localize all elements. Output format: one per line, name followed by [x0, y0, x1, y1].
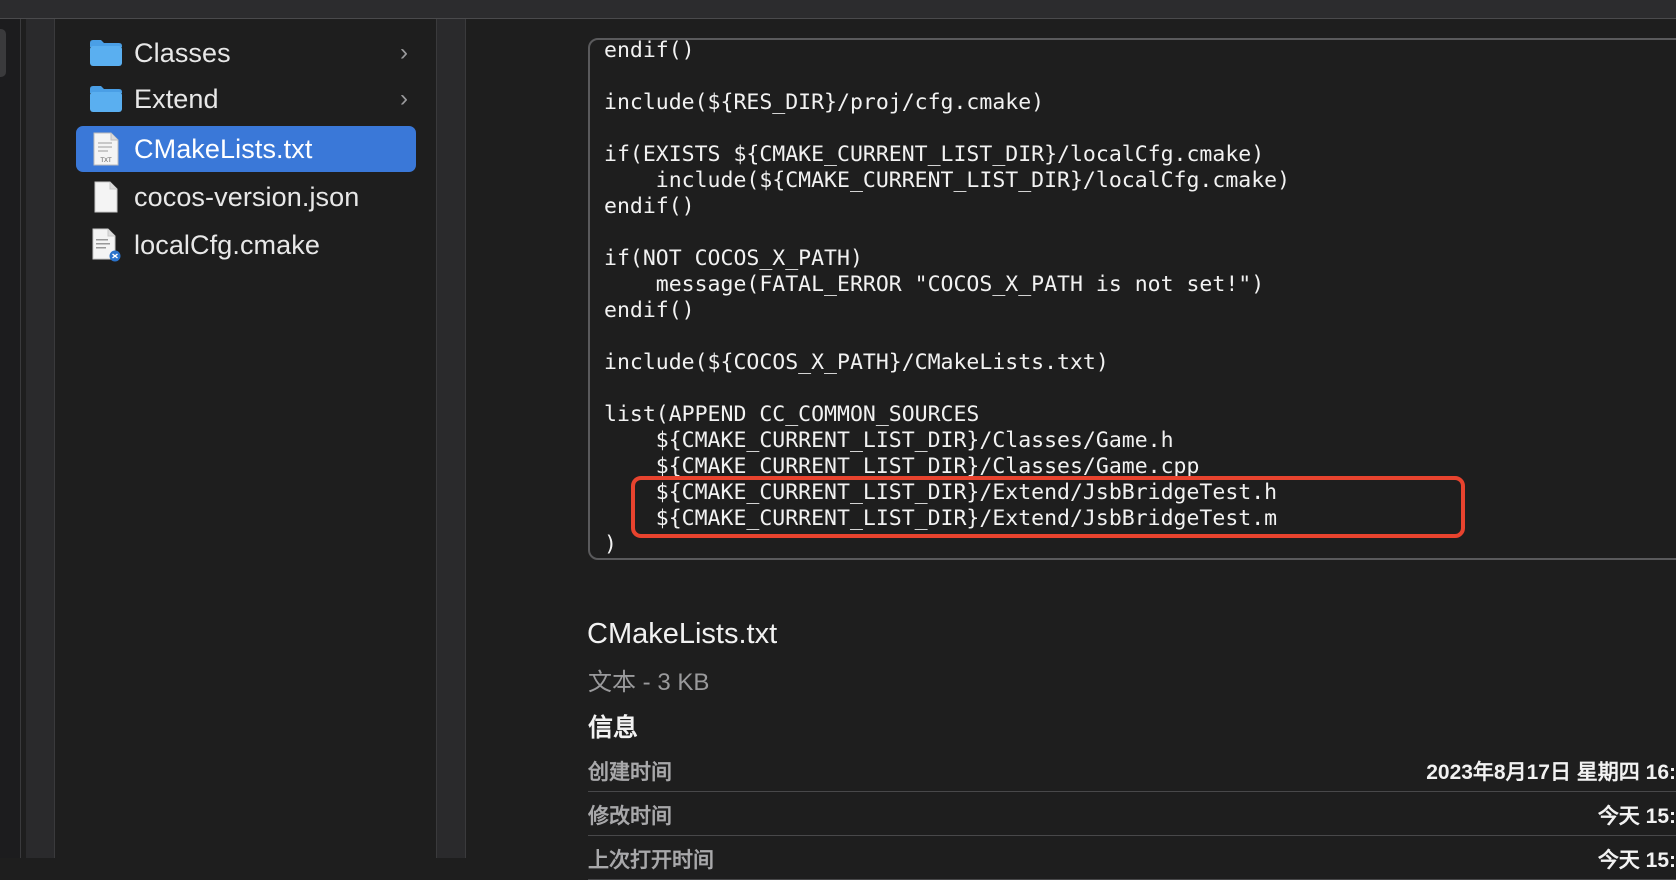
chevron-right-icon: › — [400, 85, 408, 112]
txt-caption: TXT — [100, 158, 112, 164]
preview-file-name: CMakeLists.txt — [587, 618, 778, 650]
file-row-cmakelists[interactable]: TXT CMakeLists.txt — [76, 126, 416, 172]
info-key: 创建时间 — [588, 761, 672, 784]
file-name: CMakeLists.txt — [134, 133, 313, 164]
column-gutter — [437, 19, 465, 858]
folder-icon — [88, 35, 124, 71]
highlight-annotation — [631, 476, 1465, 538]
info-value: 今天 15: — [1597, 805, 1676, 828]
code-document-icon — [88, 227, 124, 263]
column-divider[interactable] — [20, 19, 21, 858]
column-gutter — [26, 19, 54, 858]
file-name: Extend — [134, 83, 219, 114]
window-left-edge — [0, 19, 20, 858]
info-value: 2023年8月17日 星期四 16: — [1426, 761, 1676, 784]
info-heading: 信息 — [588, 714, 639, 742]
folder-icon — [88, 81, 124, 117]
file-row-localcfg[interactable]: localCfg.cmake — [76, 222, 416, 268]
blank-document-icon — [88, 179, 124, 215]
file-row-extend[interactable]: Extend › — [76, 76, 416, 122]
file-row-cocos-version[interactable]: cocos-version.json — [76, 174, 416, 220]
info-row-modified: 修改时间 今天 15: — [588, 792, 1676, 836]
file-row-classes[interactable]: Classes › — [76, 30, 416, 76]
info-row-last-opened: 上次打开时间 今天 15: — [588, 836, 1676, 880]
info-key: 上次打开时间 — [588, 849, 714, 872]
file-name: Classes — [134, 37, 231, 68]
chevron-right-icon: › — [400, 39, 408, 66]
file-name: cocos-version.json — [134, 181, 360, 212]
text-document-icon: TXT — [88, 131, 124, 167]
preview-file-kind-size: 文本 - 3 KB — [588, 669, 710, 696]
info-value: 今天 15: — [1597, 849, 1676, 872]
info-key: 修改时间 — [588, 805, 672, 828]
window-top-bar — [0, 0, 1676, 19]
info-row-created: 创建时间 2023年8月17日 星期四 16: — [588, 748, 1676, 792]
file-name: localCfg.cmake — [134, 229, 320, 260]
sidebar-edge-handle[interactable] — [0, 29, 6, 77]
